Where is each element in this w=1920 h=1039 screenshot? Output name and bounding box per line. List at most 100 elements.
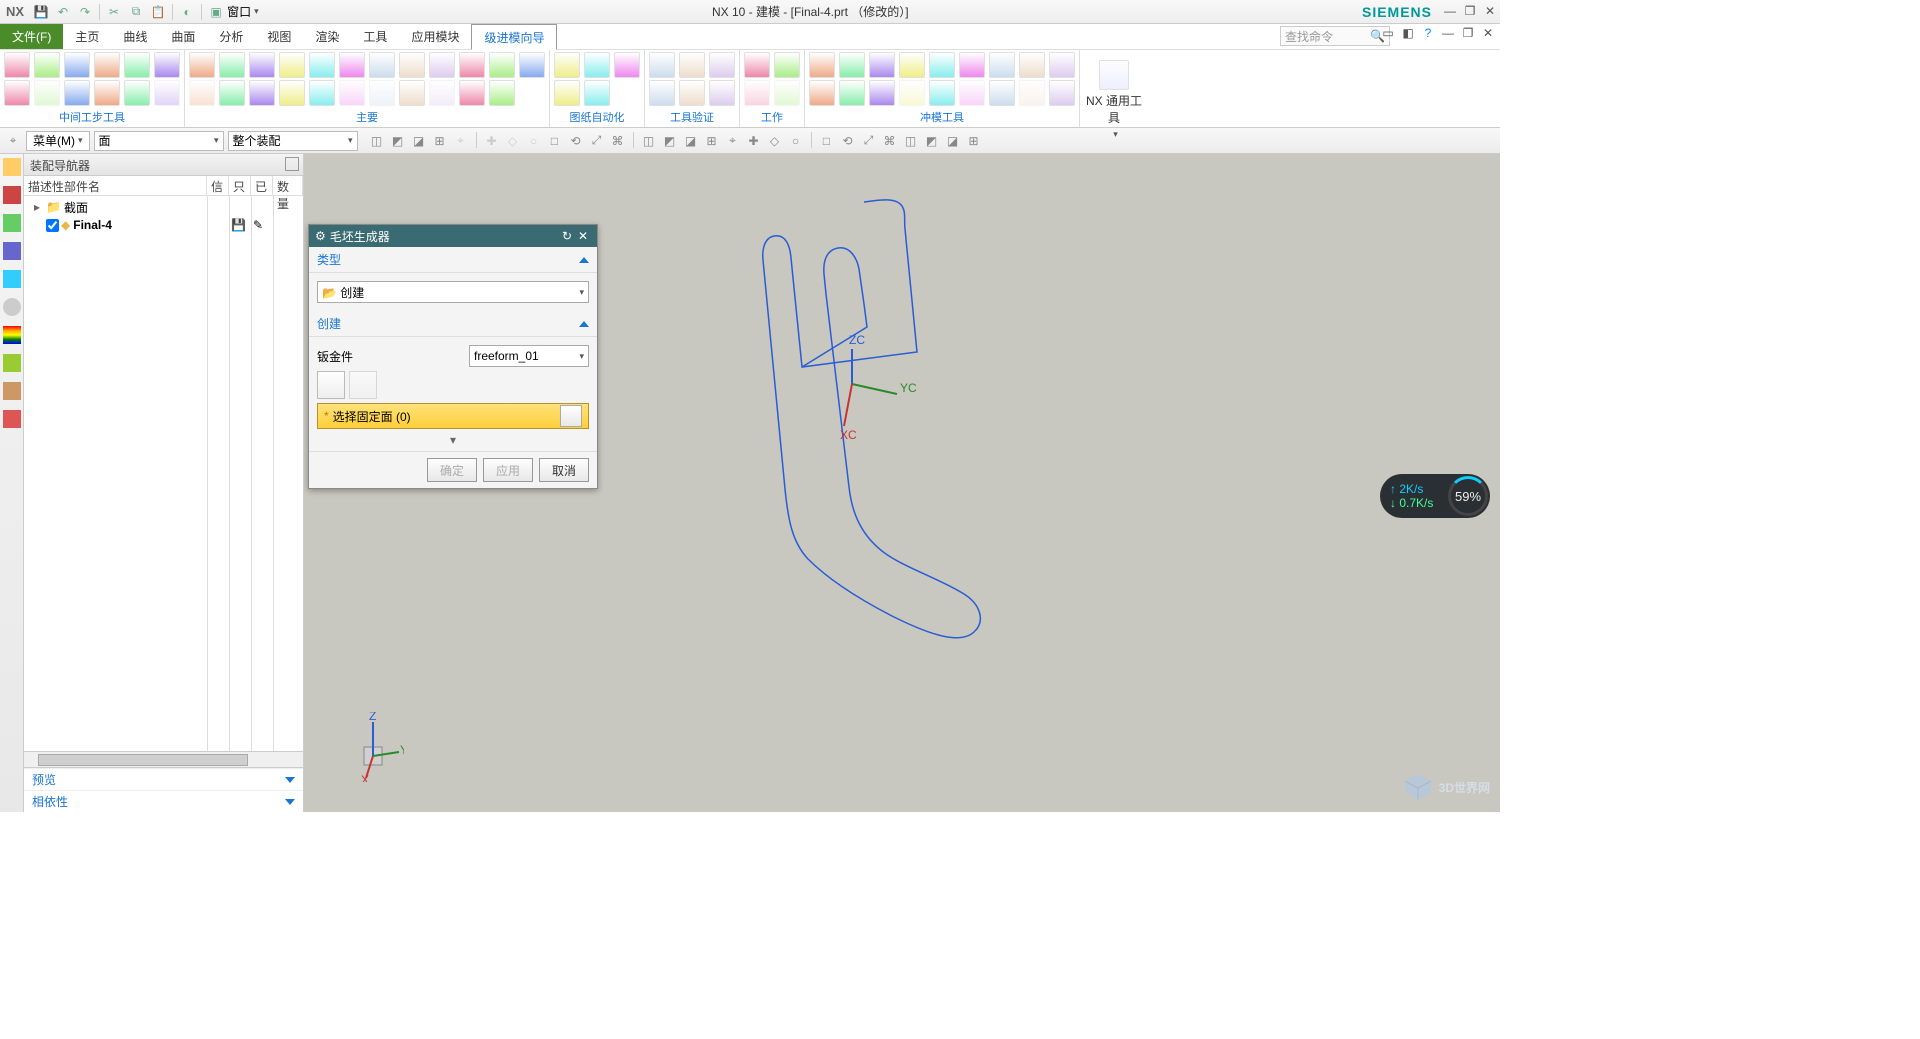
ribbon-tool-icon[interactable] (649, 52, 675, 78)
select-fixed-face[interactable]: * 选择固定面 (0) (317, 403, 589, 429)
ribbon-tool-icon[interactable] (679, 80, 705, 106)
selbar-tool-icon[interactable]: ○ (525, 132, 543, 150)
ribbon-tool-icon[interactable] (489, 80, 515, 106)
nx-generic-tools-button[interactable]: NX 通用工具 ▾ (1084, 52, 1144, 140)
selbar-tool-icon[interactable]: ◪ (682, 132, 700, 150)
col-info[interactable]: 信 (207, 176, 229, 195)
sheet-metal-dropdown[interactable]: freeform_01▾ (469, 345, 589, 367)
qat-redo-icon[interactable]: ↷ (76, 3, 94, 21)
tab-view[interactable]: 视图 (255, 24, 303, 49)
selbar-tool-icon[interactable]: ◪ (944, 132, 962, 150)
ribbon-tool-icon[interactable] (34, 80, 60, 106)
options-icon[interactable]: ◧ (1400, 26, 1416, 42)
selbar-tool-icon[interactable]: ◇ (504, 132, 522, 150)
ribbon-tool-icon[interactable] (339, 80, 365, 106)
ribbon-tool-icon[interactable] (64, 52, 90, 78)
menu-file[interactable]: 文件(F) (0, 24, 63, 49)
dialog-titlebar[interactable]: ⚙ 毛坯生成器 ↻ ✕ (309, 225, 597, 247)
ribbon-tool-icon[interactable] (584, 80, 610, 106)
ribbon-tool-icon[interactable] (839, 52, 865, 78)
ribbon-tool-icon[interactable] (709, 52, 735, 78)
selbar-tool-icon[interactable]: ◫ (640, 132, 658, 150)
rail-color-icon[interactable] (3, 326, 21, 344)
tab-home[interactable]: 主页 (63, 24, 111, 49)
ribbon-tool-icon[interactable] (124, 80, 150, 106)
select-face-button[interactable] (560, 405, 582, 427)
ribbon-tool-icon[interactable] (869, 80, 895, 106)
selbar-tool-icon[interactable]: ⟲ (567, 132, 585, 150)
ribbon-tool-icon[interactable] (64, 80, 90, 106)
ribbon-tool-icon[interactable] (4, 52, 30, 78)
selbar-tool-icon[interactable]: ⊞ (703, 132, 721, 150)
selbar-tool-icon[interactable]: ◩ (923, 132, 941, 150)
dialog-reset-icon[interactable]: ↻ (559, 229, 575, 243)
help-icon[interactable]: ? (1420, 26, 1436, 42)
ribbon-tool-icon[interactable] (94, 80, 120, 106)
rail-history-icon[interactable] (3, 298, 21, 316)
selbar-tool-icon[interactable]: ⌖ (452, 132, 470, 150)
ribbon-tool-icon[interactable] (124, 52, 150, 78)
qat-toggle-icon[interactable]: ◐ (178, 3, 196, 21)
ribbon-tool-icon[interactable] (989, 80, 1015, 106)
ribbon-tool-icon[interactable] (369, 80, 395, 106)
option-tree-button[interactable] (317, 371, 345, 399)
ribbon-tool-icon[interactable] (1019, 52, 1045, 78)
expand-more-icon[interactable]: ▾ (317, 433, 589, 447)
ribbon-tool-icon[interactable] (399, 52, 425, 78)
tab-analysis[interactable]: 分析 (207, 24, 255, 49)
apply-button[interactable]: 应用 (483, 458, 533, 482)
ribbon-tool-icon[interactable] (989, 52, 1015, 78)
col-readonly[interactable]: 只 (229, 176, 251, 195)
ribbon-tool-icon[interactable] (339, 52, 365, 78)
rail-system-icon[interactable] (3, 410, 21, 428)
ribbon-tool-icon[interactable] (519, 52, 545, 78)
ribbon-tool-icon[interactable] (94, 52, 120, 78)
ribbon-tool-icon[interactable] (399, 80, 425, 106)
minimize-button[interactable]: — (1442, 4, 1458, 20)
type-dropdown[interactable]: 📂 创建▾ (317, 281, 589, 303)
rail-reuse-icon[interactable] (3, 214, 21, 232)
ribbon-tool-icon[interactable] (219, 52, 245, 78)
dependencies-section[interactable]: 相依性 (24, 790, 303, 812)
ribbon-tool-icon[interactable] (279, 52, 305, 78)
tree-checkbox[interactable] (46, 219, 59, 232)
ribbon-tool-icon[interactable] (34, 52, 60, 78)
selbar-tool-icon[interactable]: ◫ (368, 132, 386, 150)
tab-render[interactable]: 渲染 (303, 24, 351, 49)
ribbon-tool-icon[interactable] (839, 80, 865, 106)
ribbon-tool-icon[interactable] (154, 52, 180, 78)
tab-progressive-die-wizard[interactable]: 级进模向导 (471, 24, 557, 50)
ribbon-tool-icon[interactable] (1019, 80, 1045, 106)
selbar-tool-icon[interactable]: ◩ (389, 132, 407, 150)
selbar-tool-icon[interactable]: ⊞ (965, 132, 983, 150)
ribbon-tool-icon[interactable] (929, 80, 955, 106)
selbar-tool-icon[interactable]: ⌘ (609, 132, 627, 150)
col-name[interactable]: 描述性部件名 (24, 176, 207, 195)
ribbon-tool-icon[interactable] (744, 52, 770, 78)
ribbon-tool-icon[interactable] (1049, 80, 1075, 106)
ribbon-tool-icon[interactable] (614, 52, 640, 78)
doc-close-button[interactable]: ✕ (1480, 26, 1496, 42)
ribbon-tool-icon[interactable] (959, 52, 985, 78)
selbar-tool-icon[interactable]: □ (546, 132, 564, 150)
col-modified[interactable]: 已 (251, 176, 273, 195)
rail-part-navigator-icon[interactable] (3, 186, 21, 204)
selbar-tool-icon[interactable]: ◇ (766, 132, 784, 150)
ribbon-tool-icon[interactable] (1049, 52, 1075, 78)
cancel-button[interactable]: 取消 (539, 458, 589, 482)
tab-surface[interactable]: 曲面 (159, 24, 207, 49)
ok-button[interactable]: 确定 (427, 458, 477, 482)
dialog-close-icon[interactable]: ✕ (575, 229, 591, 243)
section-type-header[interactable]: 类型 (309, 247, 597, 273)
tab-curve[interactable]: 曲线 (111, 24, 159, 49)
menu-button[interactable]: 菜单(M)▾ (26, 131, 90, 151)
tab-application[interactable]: 应用模块 (399, 24, 471, 49)
ribbon-tool-icon[interactable] (429, 80, 455, 106)
selbar-tool-icon[interactable]: ⌘ (881, 132, 899, 150)
selbar-tool-icon[interactable]: ✚ (483, 132, 501, 150)
ribbon-tool-icon[interactable] (744, 80, 770, 106)
ribbon-tool-icon[interactable] (369, 52, 395, 78)
qat-window-icon[interactable]: ▣ (207, 3, 225, 21)
selbar-tool-icon[interactable]: ○ (787, 132, 805, 150)
rail-assembly-navigator-icon[interactable] (3, 158, 21, 176)
